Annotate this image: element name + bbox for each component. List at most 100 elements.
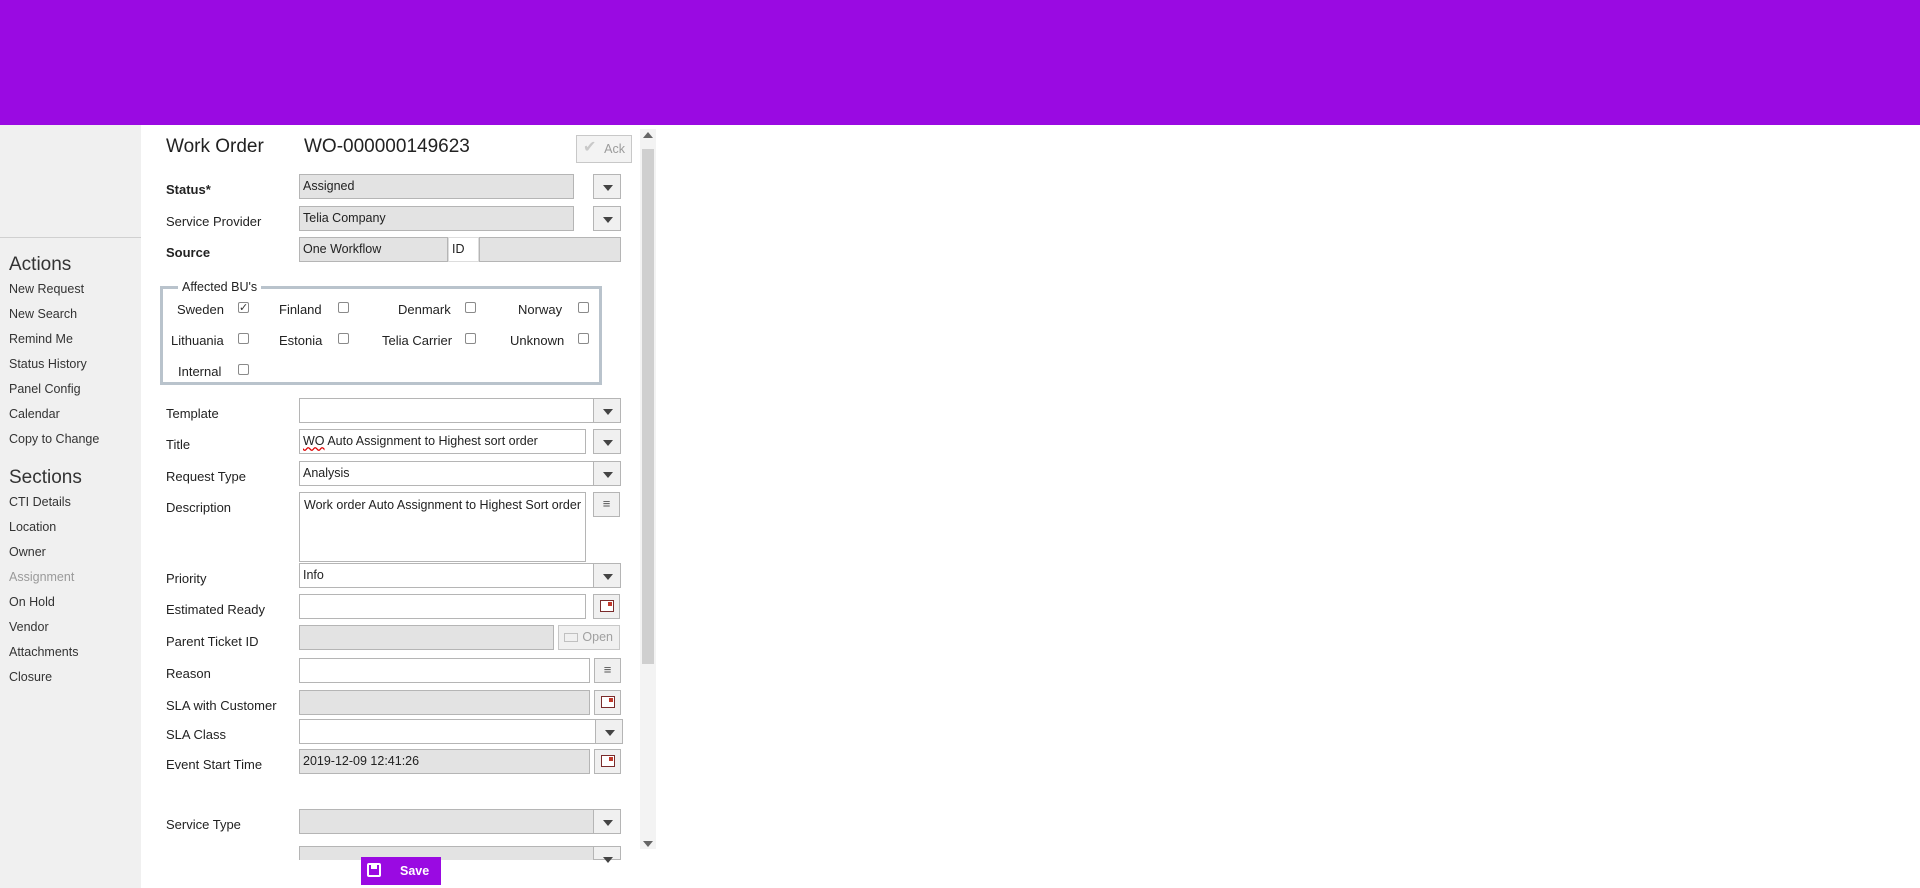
bu-denmark-label: Denmark (398, 302, 451, 317)
sidebar-divider (0, 237, 141, 238)
service-provider-dropdown-icon[interactable] (593, 206, 621, 231)
status-dropdown-icon[interactable] (593, 174, 621, 199)
section-on-hold[interactable]: On Hold (9, 595, 55, 609)
section-location[interactable]: Location (9, 520, 56, 534)
source-label: Source (166, 245, 211, 260)
action-remind-me[interactable]: Remind Me (9, 332, 73, 346)
bu-lithuania-checkbox[interactable] (238, 333, 249, 344)
status-select[interactable]: Assigned (299, 174, 574, 199)
bu-lithuania-label: Lithuania (171, 333, 224, 348)
bu-denmark-checkbox[interactable] (465, 302, 476, 313)
action-calendar[interactable]: Calendar (9, 407, 60, 421)
open-label: Open (582, 630, 613, 644)
bu-estonia-checkbox[interactable] (338, 333, 349, 344)
save-button[interactable]: Save (361, 857, 441, 885)
service-type-select[interactable] (299, 809, 594, 834)
next-field-dropdown-partial (593, 846, 621, 863)
event-start-calendar-icon[interactable] (594, 749, 621, 774)
sidebar: Actions New Request New Search Remind Me… (0, 125, 141, 888)
actions-heading: Actions (9, 254, 72, 275)
parent-ticket-input[interactable] (299, 625, 554, 650)
sla-customer-label: SLA with Customer (166, 698, 277, 713)
estimated-ready-input[interactable] (299, 594, 586, 619)
sla-class-select[interactable] (299, 719, 598, 744)
affected-bus-legend: Affected BU's (178, 280, 262, 294)
section-cti-details[interactable]: CTI Details (9, 495, 71, 509)
event-start-input[interactable]: 2019-12-09 12:41:26 (299, 749, 590, 774)
id-label: ID (448, 237, 479, 262)
section-vendor[interactable]: Vendor (9, 620, 49, 634)
scrollbar-thumb[interactable] (642, 149, 654, 664)
affected-bus-group: Affected BU's Sweden ✓ Finland Denmark N… (160, 280, 602, 385)
service-type-dropdown-icon[interactable] (593, 809, 621, 834)
action-copy-to-change[interactable]: Copy to Change (9, 432, 99, 446)
request-type-select[interactable]: Analysis (299, 461, 594, 486)
action-panel-config[interactable]: Panel Config (9, 382, 81, 396)
top-banner (0, 0, 1920, 125)
save-label: Save (400, 864, 430, 878)
bu-internal-label: Internal (178, 364, 222, 379)
bu-unknown-checkbox[interactable] (578, 333, 589, 344)
section-assignment: Assignment (9, 570, 75, 584)
source-field: One Workflow (299, 237, 448, 262)
sla-calendar-icon[interactable] (594, 690, 621, 715)
service-provider-label: Service Provider (166, 214, 262, 229)
reason-label: Reason (166, 666, 211, 681)
bu-sweden-label: Sweden (177, 302, 224, 317)
request-type-dropdown-icon[interactable] (593, 461, 621, 486)
bu-telia-carrier-label: Telia Carrier (382, 333, 453, 348)
form-heading: Work Order (166, 136, 264, 157)
bu-norway-checkbox[interactable] (578, 302, 589, 313)
title-dropdown-icon[interactable] (593, 429, 621, 454)
service-type-label: Service Type (166, 817, 241, 832)
id-field[interactable] (479, 237, 621, 262)
event-start-label: Event Start Time (166, 757, 263, 772)
bu-telia-carrier-checkbox[interactable] (465, 333, 476, 344)
title-rest: Auto Assignment to Highest sort order (324, 434, 538, 448)
description-label: Description (166, 500, 232, 515)
status-label: Status* (166, 182, 211, 197)
bu-unknown-label: Unknown (510, 333, 565, 348)
estimated-ready-label: Estimated Ready (166, 602, 265, 617)
parent-ticket-label: Parent Ticket ID (166, 634, 259, 649)
bu-finland-checkbox[interactable] (338, 302, 349, 313)
action-status-history[interactable]: Status History (9, 357, 87, 371)
form-scrollbar[interactable] (640, 129, 656, 849)
calendar-icon[interactable] (593, 594, 620, 619)
template-select[interactable] (299, 398, 594, 423)
scroll-up-icon[interactable] (643, 132, 653, 138)
scroll-down-icon[interactable] (643, 841, 653, 847)
action-new-search[interactable]: New Search (9, 307, 77, 321)
check-icon: ✔ (583, 139, 597, 156)
section-attachments[interactable]: Attachments (9, 645, 78, 659)
template-dropdown-icon[interactable] (593, 398, 621, 423)
sla-class-dropdown-icon[interactable] (595, 719, 623, 744)
bu-internal-checkbox[interactable] (238, 364, 249, 375)
bu-estonia-label: Estonia (279, 333, 323, 348)
priority-dropdown-icon[interactable] (593, 563, 621, 588)
reason-list-icon[interactable]: ≡ (594, 658, 621, 683)
reason-input[interactable] (299, 658, 590, 683)
service-provider-select[interactable]: Telia Company (299, 206, 574, 231)
section-closure[interactable]: Closure (9, 670, 52, 684)
priority-label: Priority (166, 571, 207, 586)
sla-customer-input[interactable] (299, 690, 590, 715)
bu-finland-label: Finland (279, 302, 322, 317)
bu-norway-label: Norway (518, 302, 563, 317)
section-owner[interactable]: Owner (9, 545, 46, 559)
request-type-label: Request Type (166, 469, 246, 484)
title-prefix: WO (303, 434, 325, 448)
folder-icon (564, 633, 578, 642)
description-textarea[interactable]: Work order Auto Assignment to Highest So… (299, 492, 586, 562)
description-list-icon[interactable]: ≡ (593, 492, 620, 517)
save-disk-icon (367, 863, 381, 877)
bu-sweden-checkbox[interactable]: ✓ (238, 302, 249, 314)
title-label: Title (166, 437, 191, 452)
sections-heading: Sections (9, 467, 82, 488)
ack-button[interactable]: ✔ Ack (576, 135, 632, 163)
open-button[interactable]: Open (558, 625, 620, 650)
work-order-panel: Work Order WO-000000149623 ✔ Ack Status*… (141, 125, 661, 888)
priority-select[interactable]: Info (299, 563, 594, 588)
action-new-request[interactable]: New Request (9, 282, 84, 296)
title-input[interactable]: WO Auto Assignment to Highest sort order (299, 429, 586, 454)
